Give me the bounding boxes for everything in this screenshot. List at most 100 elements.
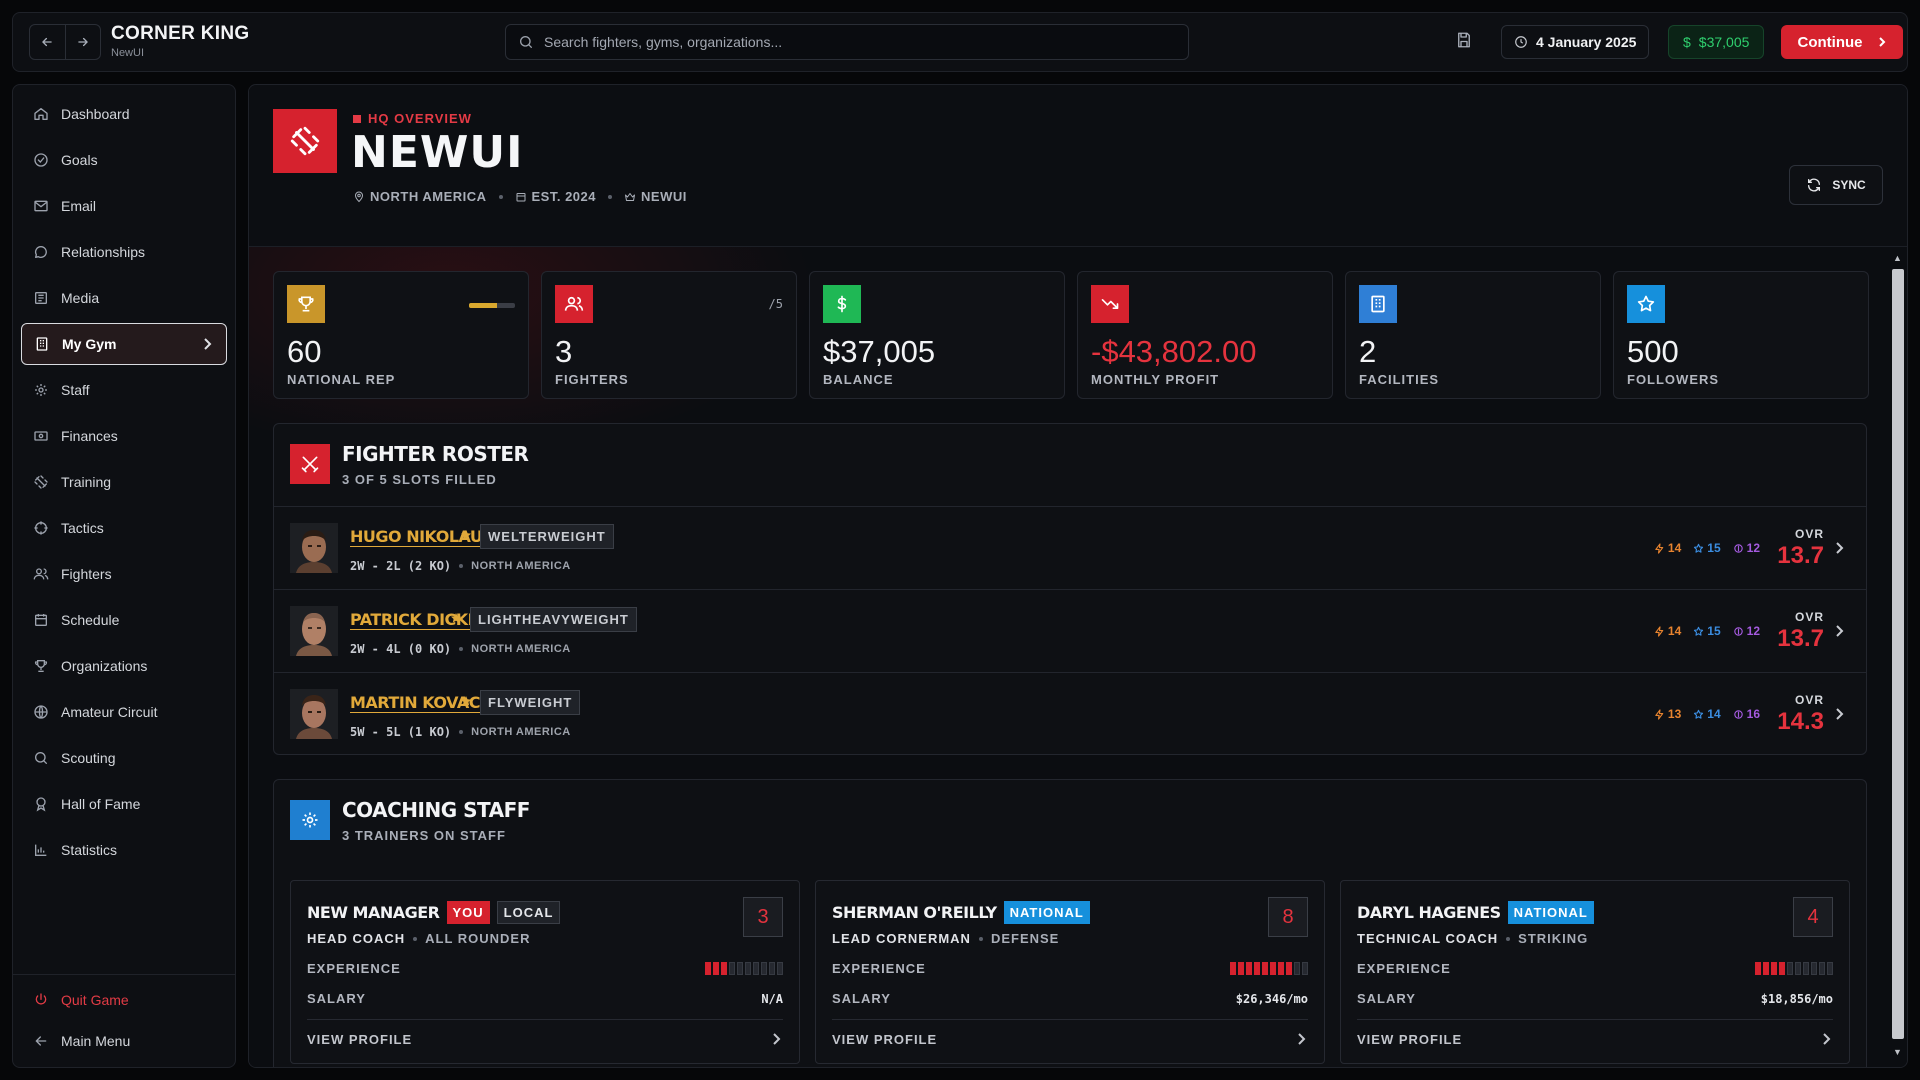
scroll-up-icon[interactable]: ▲ — [1893, 253, 1902, 263]
attr-mental-value: 12 — [1746, 541, 1760, 555]
view-profile-button[interactable]: VIEW PROFILE — [1357, 1032, 1462, 1047]
avatar — [290, 606, 338, 656]
reputation-progress-fill — [469, 303, 497, 308]
sidebar-item-tactics[interactable]: Tactics — [21, 507, 227, 549]
fighter-region: NORTH AMERICA — [471, 643, 571, 655]
fighter-overall: OVR 13.7 — [1777, 527, 1824, 570]
staff-name: NEW MANAGER YOU LOCAL — [307, 901, 561, 924]
salary-label: SALARY — [1357, 991, 1416, 1006]
scroll-down-icon[interactable]: ▼ — [1893, 1047, 1902, 1057]
sync-button[interactable]: SYNC — [1789, 165, 1883, 205]
attr-power-value: 14 — [1667, 624, 1682, 638]
sidebar-item-fighters[interactable]: Fighters — [21, 553, 227, 595]
arrow-left-icon — [42, 37, 52, 47]
staff-subtitle: 3 TRAINERS ON STAFF — [342, 828, 506, 843]
staff-role: HEAD COACH ALL ROUNDER — [307, 931, 531, 946]
sidebar-item-label: Hall of Fame — [61, 796, 141, 812]
continue-button[interactable]: Continue — [1781, 25, 1903, 59]
star-icon — [1637, 295, 1655, 312]
view-profile-button[interactable]: VIEW PROFILE — [307, 1032, 412, 1047]
users-icon — [33, 568, 49, 580]
gym-header: HQ OVERVIEW NEWUI NORTH AMERICA EST. 202… — [249, 85, 1907, 247]
stat-card-monthly-profit: -$43,802.00 MONTHLY PROFIT — [1077, 271, 1333, 399]
separator-dot — [459, 564, 464, 568]
table-row[interactable]: MARTIN KOVACEK FLYWEIGHT 5W - 5L (1 KO) … — [274, 672, 1866, 755]
building-icon — [1371, 295, 1385, 313]
calendar-icon — [35, 614, 47, 626]
badge — [1627, 285, 1665, 323]
reputation-progress — [469, 303, 515, 308]
card-divider — [1357, 1019, 1833, 1020]
banknote-icon — [34, 431, 48, 441]
current-date: 4 January 2025 — [1536, 34, 1637, 50]
refresh-icon — [1808, 178, 1821, 192]
main-menu-button[interactable]: Main Menu — [21, 1020, 227, 1062]
main-scrollbar[interactable]: ▲ ▼ — [1889, 247, 1907, 1067]
sidebar-item-dashboard[interactable]: Dashboard — [21, 93, 227, 135]
app-brand: CORNER KING NewUI — [111, 23, 249, 59]
card-divider — [832, 1019, 1308, 1020]
back-button[interactable] — [30, 25, 65, 59]
sidebar-item-email[interactable]: Email — [21, 185, 227, 227]
sidebar-item-staff[interactable]: Staff — [21, 369, 227, 411]
sidebar-item-finances[interactable]: Finances — [21, 415, 227, 457]
separator-dot — [978, 936, 983, 941]
experience-segment — [729, 962, 735, 975]
sidebar-item-label: Organizations — [61, 658, 148, 674]
star-icon — [1694, 709, 1704, 719]
ovr-value: 14.3 — [1777, 708, 1824, 735]
stat-value: 3 — [555, 334, 573, 369]
ovr-value: 13.7 — [1777, 542, 1824, 569]
page-title: NEWUI — [351, 127, 524, 178]
medal-icon — [36, 797, 46, 812]
sidebar-item-organizations[interactable]: Organizations — [21, 645, 227, 687]
sidebar: Dashboard Goals Email Relationships Medi… — [12, 84, 236, 1068]
fighter-attributes: 14 15 12 — [1654, 541, 1760, 555]
stat-value: $37,005 — [823, 334, 936, 369]
sidebar-item-my-gym[interactable]: My Gym — [21, 323, 227, 365]
date-display[interactable]: 4 January 2025 — [1501, 25, 1650, 59]
experience-label: EXPERIENCE — [832, 961, 926, 976]
sidebar-item-media[interactable]: Media — [21, 277, 227, 319]
experience-segment — [1262, 962, 1268, 975]
attr-mental: 16 — [1733, 707, 1760, 721]
dumbbell-icon — [34, 475, 48, 489]
experience-segment — [745, 962, 751, 975]
home-icon — [34, 108, 48, 120]
sidebar-item-training[interactable]: Training — [21, 461, 227, 503]
salary-value: $26,346/mo — [1235, 992, 1308, 1006]
power-icon — [35, 993, 47, 1005]
attr-mental-value: 12 — [1746, 624, 1760, 638]
gear-icon — [302, 812, 318, 828]
sidebar-item-amateur-circuit[interactable]: Amateur Circuit — [21, 691, 227, 733]
sidebar-item-label: Goals — [61, 152, 98, 168]
sidebar-item-scouting[interactable]: Scouting — [21, 737, 227, 779]
sidebar-item-relationships[interactable]: Relationships — [21, 231, 227, 273]
experience-segment — [769, 962, 775, 975]
sidebar-item-label: Schedule — [61, 612, 120, 628]
quit-game-button[interactable]: Quit Game — [21, 979, 227, 1021]
sidebar-item-statistics[interactable]: Statistics — [21, 829, 227, 871]
attr-power-value: 13 — [1667, 707, 1682, 721]
star-icon — [451, 613, 461, 623]
ovr-label: OVR — [1794, 610, 1824, 624]
scroll-thumb[interactable] — [1892, 269, 1904, 1039]
avatar — [290, 689, 338, 739]
roster-subtitle: 3 OF 5 SLOTS FILLED — [342, 472, 497, 487]
search-input[interactable] — [544, 34, 1144, 50]
sidebar-item-goals[interactable]: Goals — [21, 139, 227, 181]
sidebar-item-hall-of-fame[interactable]: Hall of Fame — [21, 783, 227, 825]
app-subtitle: NewUI — [111, 47, 145, 59]
save-button[interactable] — [1455, 31, 1473, 49]
experience-bar — [705, 962, 783, 975]
clock-icon — [1515, 36, 1527, 48]
sidebar-item-schedule[interactable]: Schedule — [21, 599, 227, 641]
table-row[interactable]: PATRICK DICKI LIGHTHEAVYWEIGHT 2W - 4L (… — [274, 589, 1866, 672]
experience-segment — [753, 962, 759, 975]
forward-button[interactable] — [64, 25, 101, 59]
bolt-icon — [1655, 625, 1664, 637]
experience-bar — [1230, 962, 1308, 975]
table-row[interactable]: HUGO NIKOLAUS WELTERWEIGHT 2W - 2L (2 KO… — [274, 506, 1866, 589]
staff-name-label: SHERMAN O'REILLY — [832, 903, 997, 922]
view-profile-button[interactable]: VIEW PROFILE — [832, 1032, 937, 1047]
